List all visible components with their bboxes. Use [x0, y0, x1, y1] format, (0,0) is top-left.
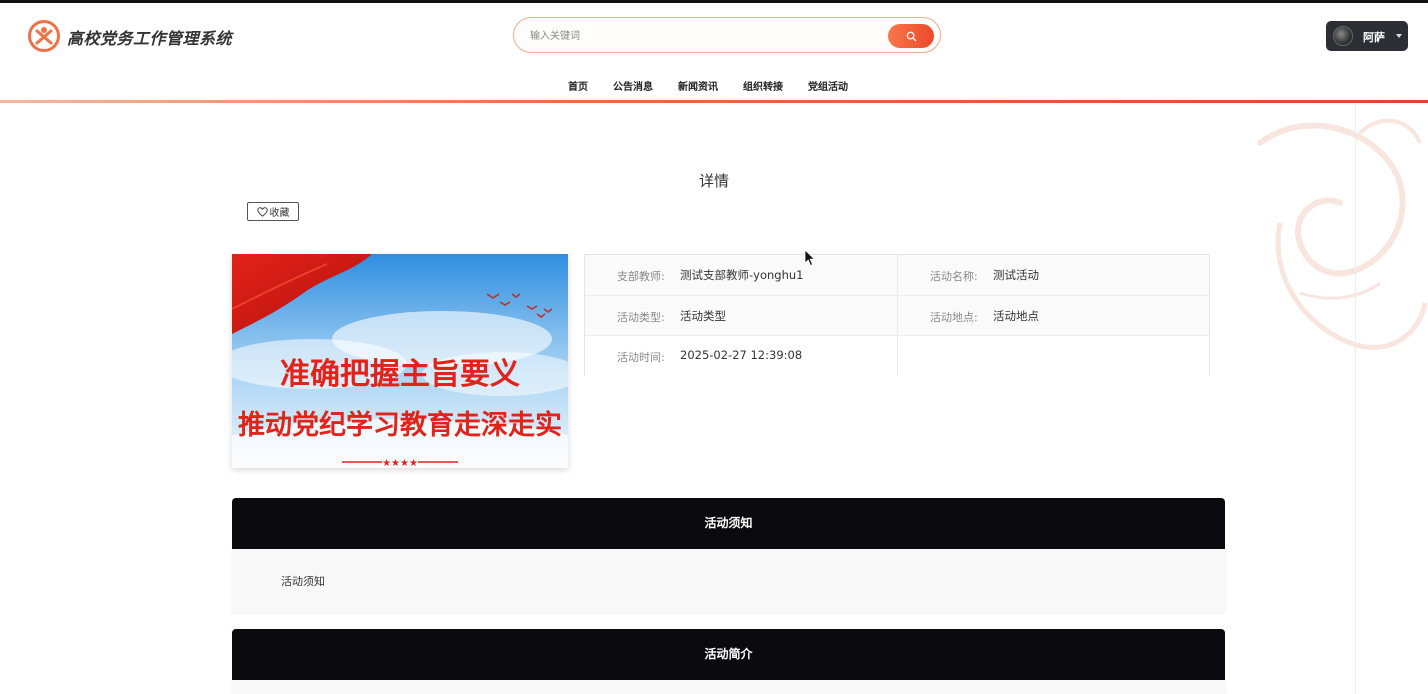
info-value: 测试支部教师-yonghu1 [680, 268, 804, 282]
dragon-watermark-icon [1257, 118, 1428, 350]
nav-item-announcements[interactable]: 公告消息 [613, 78, 653, 93]
search-bar [513, 17, 941, 53]
info-cell-activity-place: 活动地点: 活动地点 [897, 296, 1210, 336]
info-cell-activity-name: 活动名称: 测试活动 [897, 255, 1210, 295]
info-cell-activity-type: 活动类型: 活动类型 [585, 296, 897, 336]
header-accent-line [0, 100, 1428, 103]
info-label: 活动类型: [617, 311, 665, 324]
section-body-intro [232, 680, 1225, 694]
info-label: 活动名称: [930, 270, 978, 283]
info-cell-empty [897, 336, 1210, 376]
search-icon [906, 31, 916, 41]
activity-info-table: 支部教师: 测试支部教师-yonghu1 活动名称: 测试活动 活动类型: 活动… [584, 254, 1210, 376]
mouse-pointer-icon [804, 249, 816, 267]
user-name: 阿萨 [1363, 31, 1385, 44]
nav-item-home[interactable]: 首页 [568, 78, 588, 93]
info-row: 活动类型: 活动类型 活动地点: 活动地点 [585, 295, 1209, 336]
banner-line-1: 准确把握主旨要义 [280, 357, 520, 392]
avatar [1333, 26, 1353, 46]
heart-icon [256, 206, 268, 217]
search-button[interactable] [888, 24, 934, 48]
activity-cover-image: 准确把握主旨要义 推动党纪学习教育走深走实 ★★★★ [232, 254, 568, 468]
nav-item-org-transfer[interactable]: 组织转接 [743, 78, 783, 93]
info-value: 测试活动 [993, 268, 1039, 282]
section-header-notice: 活动须知 [232, 498, 1225, 549]
banner-line-2: 推动党纪学习教育走深走实 [238, 409, 562, 441]
info-cell-activity-time: 活动时间: 2025-02-27 12:39:08 [585, 336, 897, 376]
info-cell-branch-teacher: 支部教师: 测试支部教师-yonghu1 [585, 255, 897, 295]
user-menu-button[interactable]: 阿萨 [1326, 21, 1408, 51]
info-value: 活动类型 [680, 309, 726, 323]
info-value: 活动地点 [993, 309, 1039, 323]
page-right-edge [1355, 103, 1356, 694]
site-title: 高校党务工作管理系统 [67, 29, 233, 48]
section-body-notice: 活动须知 [232, 549, 1225, 612]
site-header: 高校党务工作管理系统 阿萨 首页 公告消息 新闻资讯 组织转接 党组活动 [0, 3, 1428, 100]
info-row: 支部教师: 测试支部教师-yonghu1 活动名称: 测试活动 [585, 255, 1209, 295]
info-value: 2025-02-27 12:39:08 [680, 348, 803, 362]
info-row: 活动时间: 2025-02-27 12:39:08 [585, 335, 1209, 376]
nav-item-party-activities[interactable]: 党组活动 [808, 78, 848, 93]
page-title: 详情 [698, 172, 729, 190]
favorite-button[interactable]: 收藏 [247, 202, 299, 221]
nav-item-news[interactable]: 新闻资讯 [678, 78, 718, 93]
info-label: 活动地点: [930, 311, 978, 324]
section-content-notice: 活动须知 [281, 575, 325, 588]
party-logo-icon [28, 20, 60, 52]
svg-text:★★★★: ★★★★ [382, 458, 418, 468]
info-label: 支部教师: [617, 270, 665, 283]
main-nav: 首页 公告消息 新闻资讯 组织转接 党组活动 [568, 78, 873, 93]
search-input[interactable] [528, 26, 882, 46]
favorite-label: 收藏 [269, 208, 290, 219]
caret-down-icon [1396, 34, 1402, 38]
section-header-intro: 活动简介 [232, 629, 1225, 680]
info-label: 活动时间: [617, 351, 665, 364]
